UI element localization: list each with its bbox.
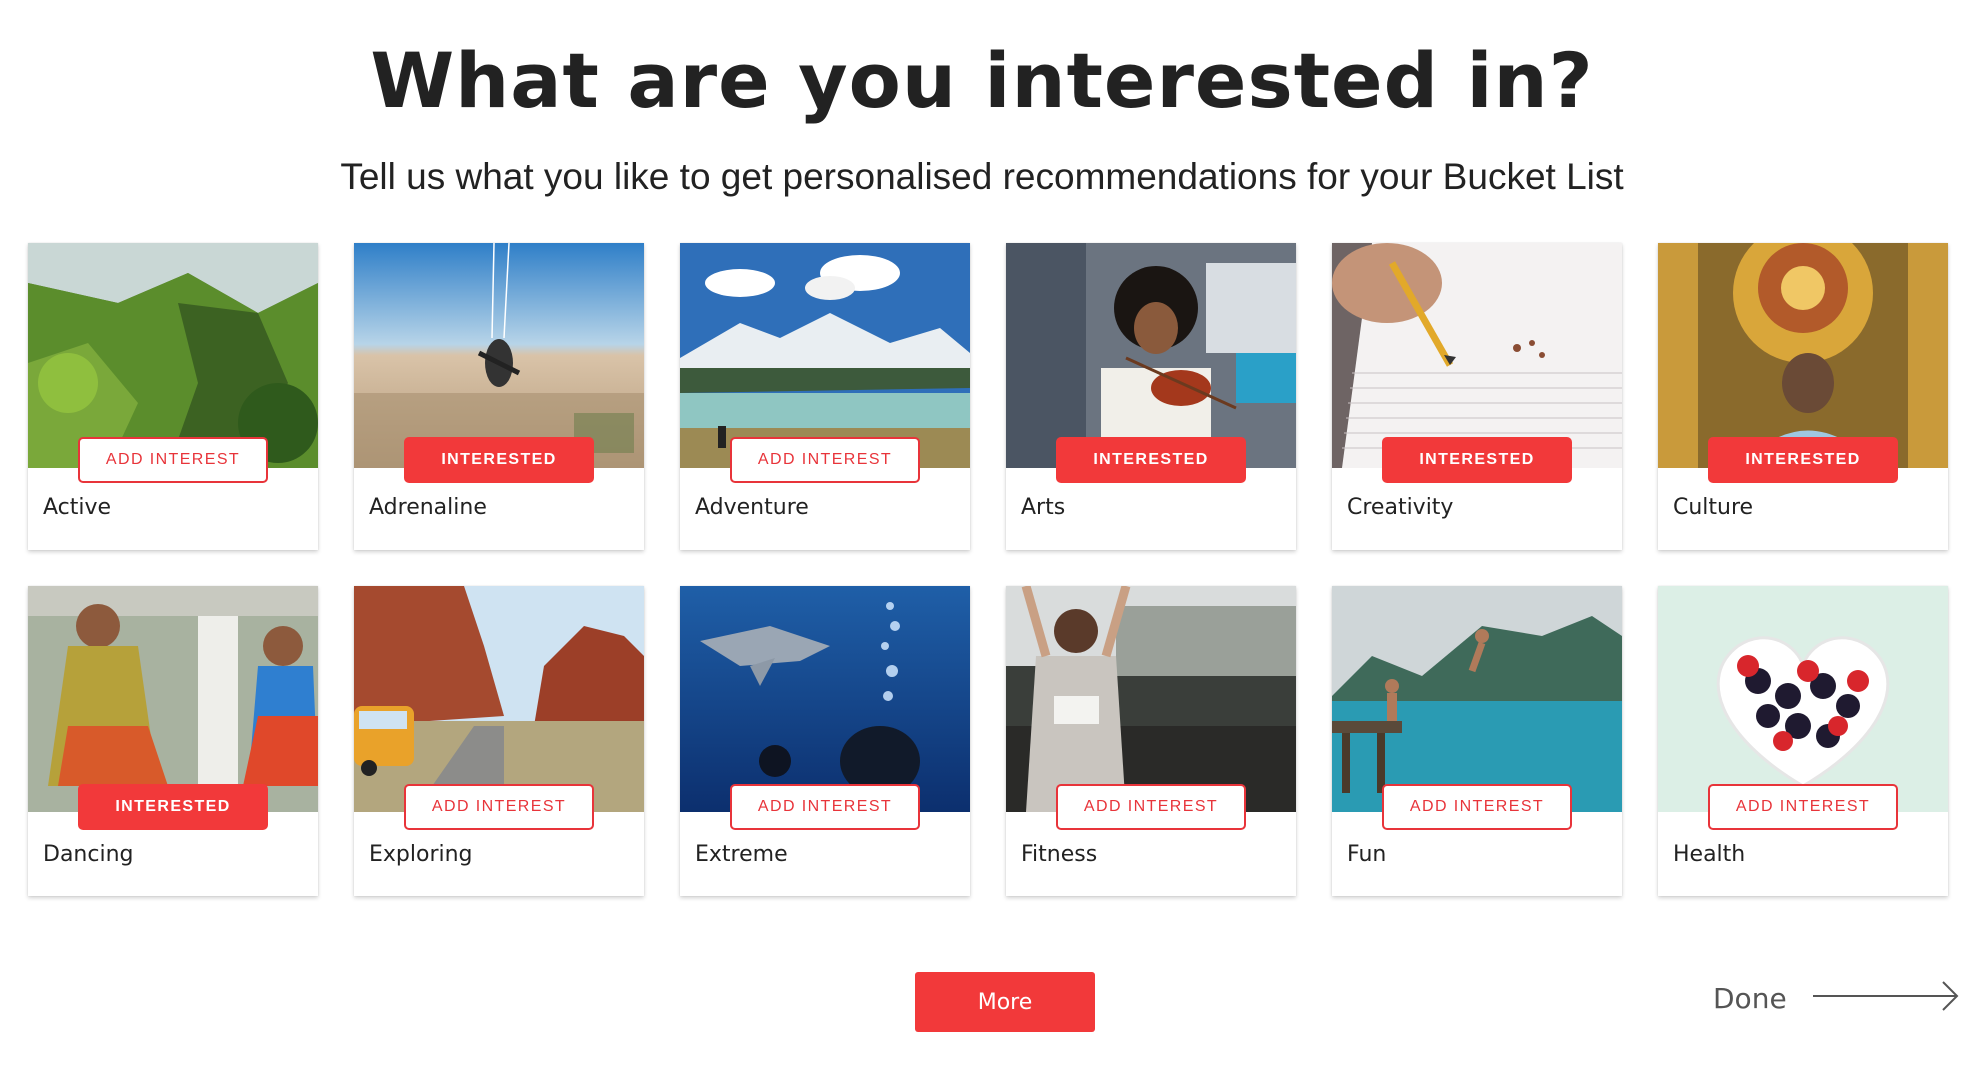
interest-card-adventure[interactable]: ADD INTEREST Adventure: [680, 243, 970, 550]
card-image-exploring: [354, 586, 644, 812]
card-image-fitness: [1006, 586, 1296, 812]
interest-card-health[interactable]: ADD INTEREST Health: [1658, 586, 1948, 896]
page-title: What are you interested in?: [370, 36, 1594, 125]
interest-card-extreme[interactable]: ADD INTEREST Extreme: [680, 586, 970, 896]
done-label: Done: [1713, 981, 1787, 1015]
add-interest-button[interactable]: ADD INTEREST: [1382, 784, 1572, 830]
interest-label: Exploring: [369, 842, 473, 867]
interest-grid: ADD INTEREST Active INTERESTED Adrenalin…: [28, 243, 1948, 896]
interested-button[interactable]: INTERESTED: [1382, 437, 1572, 483]
interest-card-dancing[interactable]: INTERESTED Dancing: [28, 586, 318, 896]
done-link[interactable]: Done: [1713, 976, 1961, 1020]
card-image-extreme: [680, 586, 970, 812]
interest-label: Arts: [1021, 495, 1066, 520]
interest-label: Adventure: [695, 495, 809, 520]
interest-label: Fitness: [1021, 842, 1098, 867]
interest-label: Creativity: [1347, 495, 1454, 520]
add-interest-button[interactable]: ADD INTEREST: [730, 784, 920, 830]
card-image-adrenaline: [354, 243, 644, 468]
interest-label: Adrenaline: [369, 495, 487, 520]
card-image-health: [1658, 586, 1948, 812]
card-image-dancing: [28, 586, 318, 812]
interest-label: Fun: [1347, 842, 1387, 867]
interest-card-arts[interactable]: INTERESTED Arts: [1006, 243, 1296, 550]
interested-button[interactable]: INTERESTED: [1708, 437, 1898, 483]
interest-card-creativity[interactable]: INTERESTED Creativity: [1332, 243, 1622, 550]
interest-card-adrenaline[interactable]: INTERESTED Adrenaline: [354, 243, 644, 550]
page-subtitle: Tell us what you like to get personalise…: [340, 156, 1624, 197]
interest-label: Culture: [1673, 495, 1754, 520]
card-image-adventure: [680, 243, 970, 468]
interest-picker-page: What are you interested in? Tell us what…: [0, 0, 1964, 1080]
add-interest-button[interactable]: ADD INTEREST: [1708, 784, 1898, 830]
interest-card-culture[interactable]: INTERESTED Culture: [1658, 243, 1948, 550]
arrow-right-icon: [1811, 979, 1961, 1018]
card-image-culture: [1658, 243, 1948, 468]
add-interest-button[interactable]: ADD INTEREST: [404, 784, 594, 830]
interest-card-active[interactable]: ADD INTEREST Active: [28, 243, 318, 550]
interest-card-fitness[interactable]: ADD INTEREST Fitness: [1006, 586, 1296, 896]
add-interest-button[interactable]: ADD INTEREST: [730, 437, 920, 483]
add-interest-button[interactable]: ADD INTEREST: [78, 437, 268, 483]
interested-button[interactable]: INTERESTED: [78, 784, 268, 830]
card-image-active: [28, 243, 318, 468]
card-image-creativity: [1332, 243, 1622, 468]
card-image-fun: [1332, 586, 1622, 812]
interest-label: Extreme: [695, 842, 788, 867]
interest-card-exploring[interactable]: ADD INTEREST Exploring: [354, 586, 644, 896]
card-image-arts: [1006, 243, 1296, 468]
add-interest-button[interactable]: ADD INTEREST: [1056, 784, 1246, 830]
more-button[interactable]: More: [915, 972, 1095, 1032]
interest-card-fun[interactable]: ADD INTEREST Fun: [1332, 586, 1622, 896]
interested-button[interactable]: INTERESTED: [404, 437, 594, 483]
interested-button[interactable]: INTERESTED: [1056, 437, 1246, 483]
interest-label: Health: [1673, 842, 1746, 867]
interest-label: Active: [43, 495, 112, 520]
interest-label: Dancing: [43, 842, 134, 867]
